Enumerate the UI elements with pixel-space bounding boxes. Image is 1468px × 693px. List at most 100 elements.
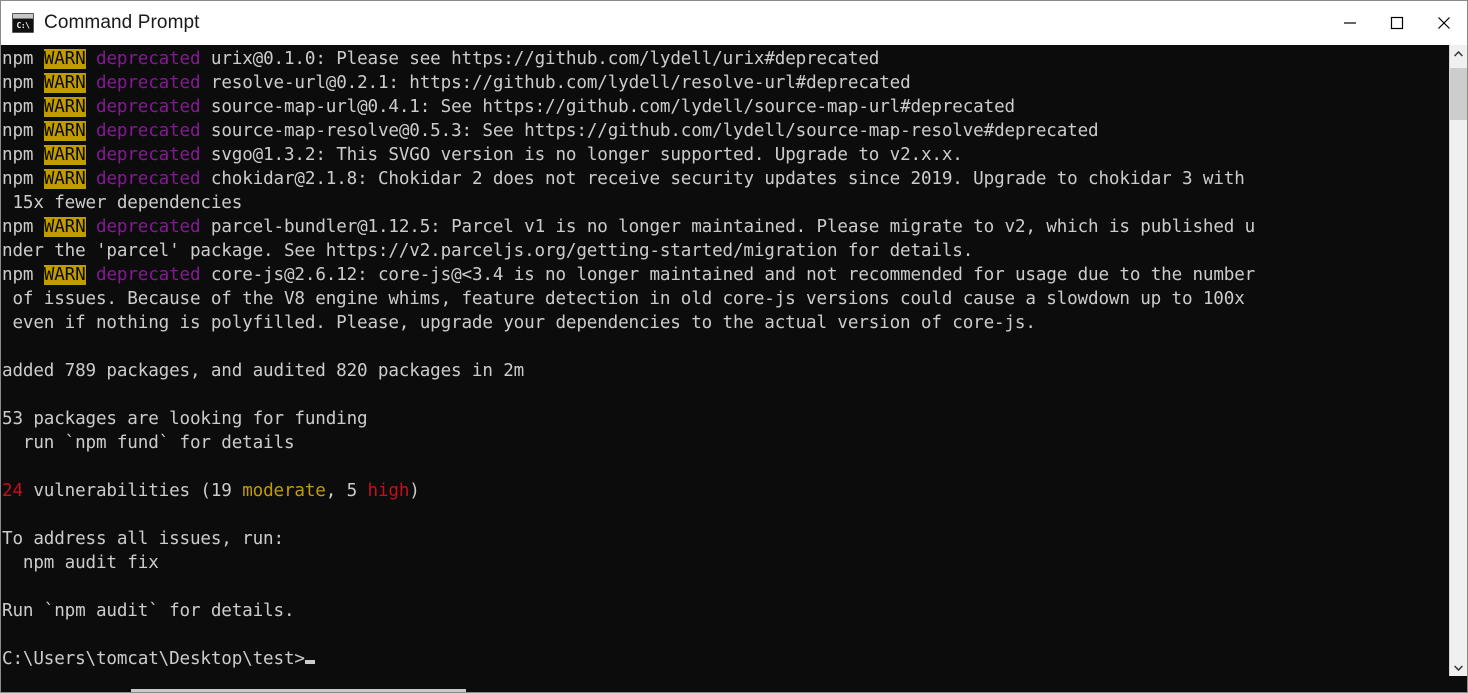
terminal-line: npm WARN deprecated parcel-bundler@1.12.…	[2, 215, 1449, 239]
terminal-text-magenta: deprecated	[96, 265, 201, 285]
terminal-line: To address all issues, run:	[2, 527, 1449, 551]
terminal-text-warn: WARN	[43, 145, 86, 165]
terminal-text-white: npm	[2, 169, 44, 189]
vertical-scroll-thumb[interactable]	[1450, 68, 1467, 120]
terminal-text-warn: WARN	[43, 265, 86, 285]
terminal-text-white: npm audit fix	[2, 553, 159, 573]
vertical-scrollbar[interactable]	[1449, 45, 1467, 676]
terminal-text-white: added 789 packages, and audited 820 pack…	[2, 361, 525, 381]
terminal-line: npm audit fix	[2, 551, 1449, 575]
terminal-line: 53 packages are looking for funding	[2, 407, 1449, 431]
terminal-text-white: npm	[2, 49, 44, 69]
terminal-text-white: 53 packages are looking for funding	[2, 409, 368, 429]
scroll-down-icon	[1454, 664, 1463, 671]
terminal-text-magenta: deprecated	[96, 169, 201, 189]
terminal-text-white	[86, 265, 96, 285]
terminal-text-red: 24	[2, 481, 23, 501]
terminal-text-magenta: deprecated	[96, 145, 201, 165]
terminal-line: of issues. Because of the V8 engine whim…	[2, 287, 1449, 311]
terminal-text-white: vulnerabilities (19	[22, 481, 243, 501]
terminal-text-white: npm	[2, 97, 44, 117]
terminal-text-white: chokidar@2.1.8: Chokidar 2 does not rece…	[200, 169, 1245, 189]
terminal-text-white	[86, 97, 96, 117]
terminal-text-white: run `npm fund` for details	[2, 433, 295, 453]
scroll-up-button[interactable]	[1450, 45, 1467, 62]
horizontal-scrollbar[interactable]	[1, 676, 1467, 692]
terminal-text-white: , 5	[325, 481, 368, 501]
window-controls	[1326, 1, 1467, 45]
terminal-text-magenta: deprecated	[96, 97, 201, 117]
terminal-text-white	[86, 169, 96, 189]
terminal-text-white: npm	[2, 145, 44, 165]
terminal-text-white: urix@0.1.0: Please see https://github.co…	[200, 49, 880, 69]
terminal-line: npm WARN deprecated svgo@1.3.2: This SVG…	[2, 143, 1449, 167]
terminal-text-white: nder the 'parcel' package. See https://v…	[2, 241, 974, 261]
terminal-screen[interactable]: npm WARN deprecated urix@0.1.0: Please s…	[1, 45, 1449, 676]
terminal-line: npm WARN deprecated chokidar@2.1.8: Chok…	[2, 167, 1449, 191]
terminal-text-white: Run `npm audit` for details.	[2, 601, 295, 621]
terminal-text-white: svgo@1.3.2: This SVGO version is no long…	[200, 145, 963, 165]
terminal-text-magenta: deprecated	[96, 49, 201, 69]
terminal-text-white: core-js@2.6.12: core-js@<3.4 is no longe…	[200, 265, 1256, 285]
terminal-text-warn: WARN	[43, 49, 86, 69]
terminal-text-white: )	[409, 481, 420, 501]
terminal-text-magenta: deprecated	[96, 73, 201, 93]
terminal-text-white	[86, 217, 96, 237]
maximize-button[interactable]	[1373, 1, 1420, 45]
minimize-button[interactable]	[1326, 1, 1373, 45]
terminal-text-white	[86, 145, 96, 165]
maximize-icon	[1390, 16, 1403, 30]
command-prompt-window: C:\ Command Prompt npm WARN deprecated u…	[0, 0, 1468, 693]
terminal-line: run `npm fund` for details	[2, 431, 1449, 455]
terminal-text-warn: WARN	[43, 97, 86, 117]
terminal-text-red: high	[367, 481, 410, 501]
terminal-text-white: parcel-bundler@1.12.5: Parcel v1 is no l…	[200, 217, 1256, 237]
vertical-scroll-track[interactable]	[1450, 62, 1467, 659]
terminal-line: 24 vulnerabilities (19 moderate, 5 high)	[2, 479, 1449, 503]
terminal-text-white: To address all issues, run:	[2, 529, 284, 549]
scroll-down-button[interactable]	[1450, 659, 1467, 676]
prompt-line[interactable]: C:\Users\tomcat\Desktop\test>	[2, 647, 1449, 671]
terminal-line: even if nothing is polyfilled. Please, u…	[2, 311, 1449, 335]
minimize-icon	[1343, 22, 1356, 24]
command-prompt-icon: C:\	[12, 13, 34, 33]
close-button[interactable]	[1420, 1, 1467, 45]
title-bar[interactable]: C:\ Command Prompt	[1, 1, 1467, 45]
window-title: Command Prompt	[44, 12, 200, 33]
terminal-output: npm WARN deprecated urix@0.1.0: Please s…	[1, 45, 1449, 671]
terminal-text-white	[86, 121, 96, 141]
close-icon	[1437, 17, 1450, 29]
terminal-cursor	[304, 660, 315, 664]
prompt-text: C:\Users\tomcat\Desktop\test>	[2, 649, 305, 669]
terminal-text-white	[86, 73, 96, 93]
terminal-line: Run `npm audit` for details.	[2, 599, 1449, 623]
terminal-text-white: source-map-resolve@0.5.3: See https://gi…	[200, 121, 1099, 141]
terminal-line: npm WARN deprecated resolve-url@0.2.1: h…	[2, 71, 1449, 95]
terminal-line: nder the 'parcel' package. See https://v…	[2, 239, 1449, 263]
icon-label: C:\	[13, 19, 33, 32]
console-area: npm WARN deprecated urix@0.1.0: Please s…	[1, 45, 1467, 676]
terminal-line: npm WARN deprecated source-map-resolve@0…	[2, 119, 1449, 143]
terminal-text-warn: WARN	[43, 121, 86, 141]
terminal-text-magenta: deprecated	[96, 217, 201, 237]
terminal-line: added 789 packages, and audited 820 pack…	[2, 359, 1449, 383]
terminal-line: npm WARN deprecated source-map-url@0.4.1…	[2, 95, 1449, 119]
terminal-text-warn: WARN	[43, 217, 86, 237]
terminal-text-white: even if nothing is polyfilled. Please, u…	[2, 313, 1036, 333]
terminal-text-magenta: deprecated	[96, 121, 201, 141]
horizontal-scroll-thumb[interactable]	[131, 689, 466, 692]
terminal-text-white	[86, 49, 96, 69]
scroll-up-icon	[1454, 50, 1463, 57]
terminal-text-warn: WARN	[43, 169, 86, 189]
terminal-text-white: npm	[2, 73, 44, 93]
terminal-text-white: npm	[2, 217, 44, 237]
terminal-text-white: npm	[2, 121, 44, 141]
terminal-text-warn: WARN	[43, 73, 86, 93]
terminal-text-white: 15x fewer dependencies	[2, 193, 243, 213]
